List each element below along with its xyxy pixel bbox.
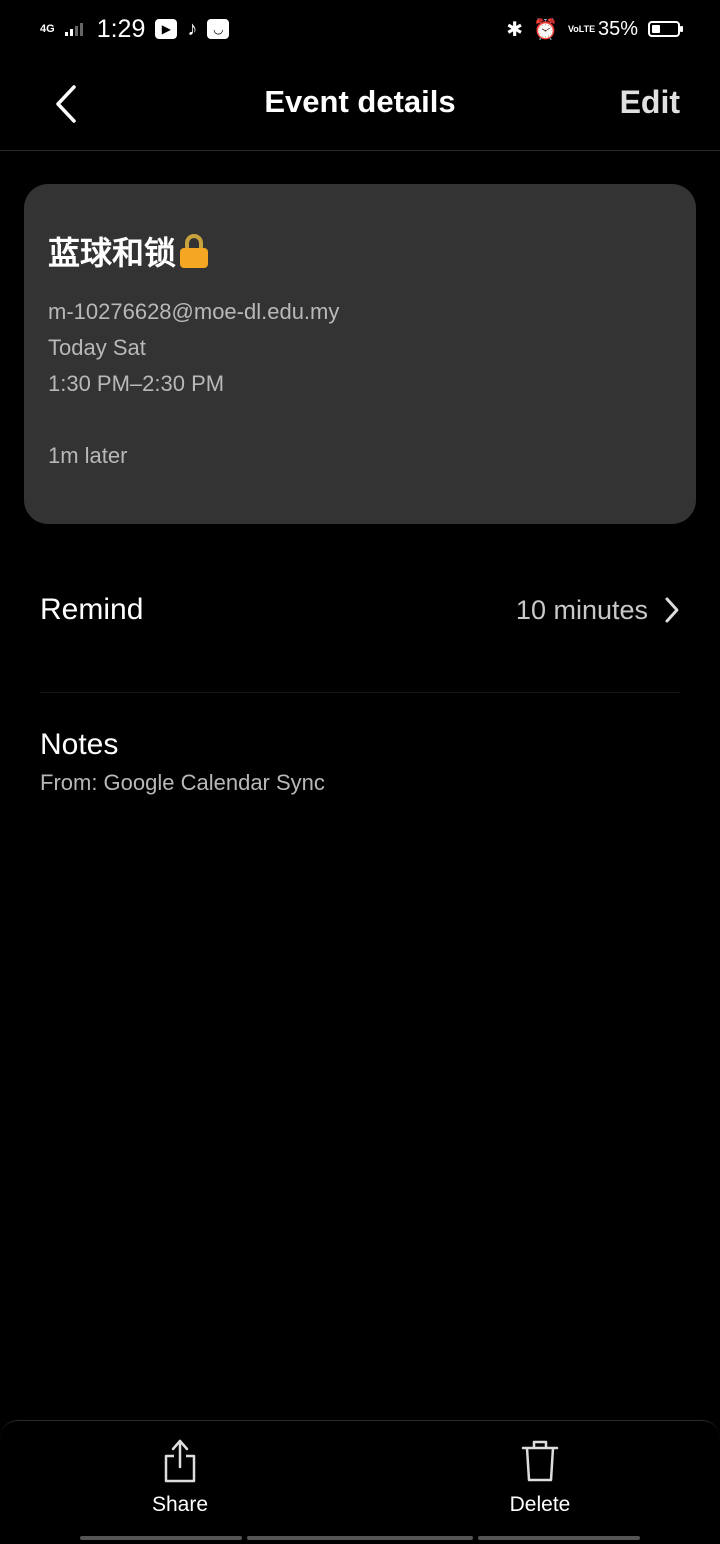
bottom-action-bar: Share Delete — [0, 1420, 720, 1544]
signal-icon — [64, 22, 83, 36]
battery-fill — [652, 25, 660, 33]
event-date: Today Sat — [48, 335, 146, 360]
divider — [40, 692, 680, 693]
screen: 4G 1:29 ▶ ♪ ◡ ✱ ⏰ VoLTE 35% Event detail… — [0, 0, 720, 1544]
status-bar: 4G 1:29 ▶ ♪ ◡ ✱ ⏰ VoLTE 35% — [0, 0, 720, 58]
delete-label: Delete — [509, 1493, 571, 1516]
event-title-row: 蓝球和锁 — [48, 228, 672, 274]
edit-button[interactable]: Edit — [620, 84, 680, 121]
remind-label: Remind — [40, 593, 144, 626]
bluetooth-icon: ✱ — [506, 18, 524, 41]
shopping-bag-icon: ◡ — [207, 19, 230, 39]
share-button[interactable]: Share — [100, 1439, 260, 1517]
event-title: 蓝球和锁 — [48, 235, 177, 271]
share-label: Share — [151, 1493, 209, 1516]
delete-button[interactable]: Delete — [460, 1439, 620, 1517]
remind-row[interactable]: Remind 10 minutes — [40, 570, 680, 650]
share-icon — [164, 1439, 196, 1483]
network-icon: 4G — [40, 22, 55, 35]
notes-section: Notes From: Google Calendar Sync — [40, 728, 680, 796]
remind-value-group: 10 minutes — [516, 595, 680, 626]
event-card: 蓝球和锁 m-10276628@moe-dl.edu.my Today Sat … — [24, 184, 696, 524]
tiktok-icon: ♪ — [187, 17, 198, 40]
chevron-right-icon — [665, 597, 679, 623]
volte-icon: VoLTE — [567, 23, 596, 34]
youtube-icon: ▶ — [155, 19, 178, 39]
lock-icon — [180, 234, 209, 268]
header: Event details Edit — [0, 58, 720, 151]
gesture-nav-bar[interactable] — [80, 1536, 640, 1540]
remind-value: 10 minutes — [515, 594, 648, 625]
status-left: 4G 1:29 ▶ ♪ ◡ — [40, 14, 230, 44]
status-time: 1:29 — [96, 14, 146, 43]
battery-icon — [648, 21, 683, 37]
event-account: m-10276628@moe-dl.edu.my — [48, 299, 340, 324]
battery-percent: 35% — [597, 17, 638, 40]
event-countdown: 1m later — [48, 443, 128, 468]
notes-text: From: Google Calendar Sync — [40, 770, 325, 795]
notes-label: Notes — [40, 728, 119, 761]
event-time-range: 1:30 PM–2:30 PM — [48, 371, 225, 396]
network-type: 4G — [40, 22, 55, 35]
alarm-icon: ⏰ — [533, 18, 558, 41]
status-right: ✱ ⏰ VoLTE 35% — [506, 17, 683, 42]
trash-icon — [521, 1440, 559, 1482]
page-title: Event details — [264, 84, 456, 119]
